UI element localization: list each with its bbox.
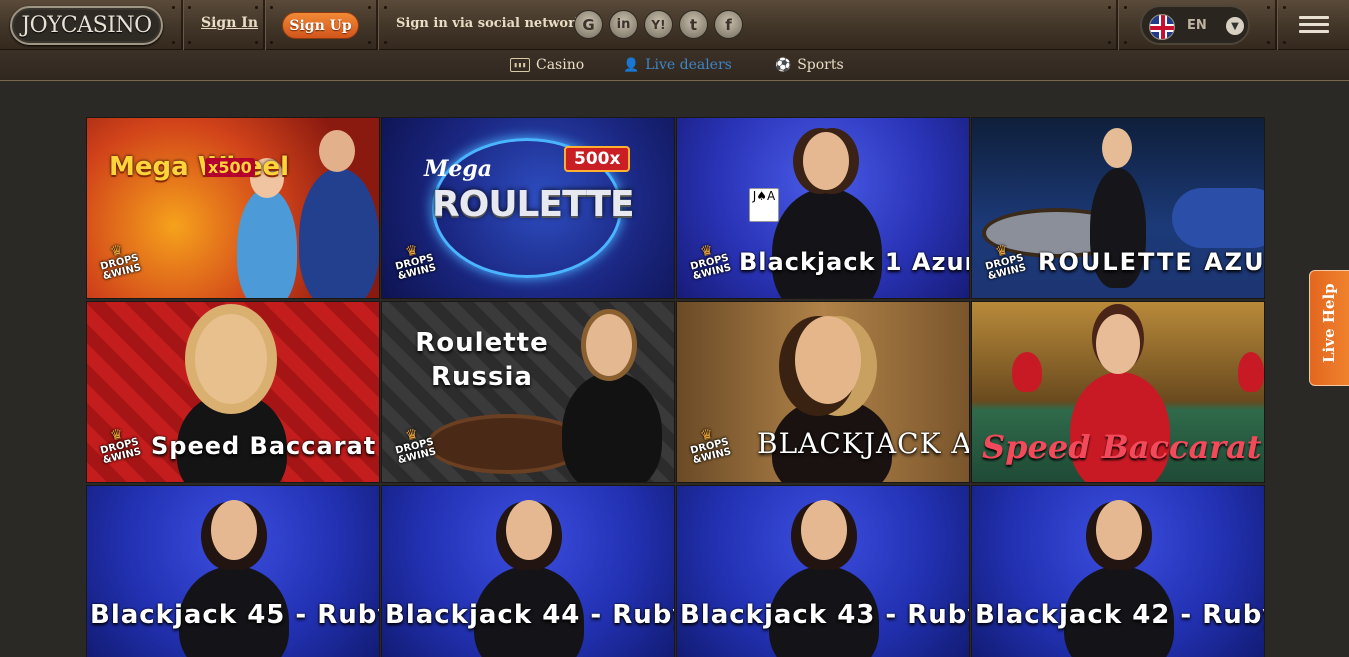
drops-wins-badge: ♛ DROPS &WINS xyxy=(99,242,143,283)
game-title: Blackjack 42 - Ruby xyxy=(975,600,1265,630)
hamburger-menu-icon[interactable] xyxy=(1299,16,1329,34)
dealer-icon: 👤 xyxy=(623,57,640,73)
top-bar: JOYCASINO Sign In Sign Up Sign in via so… xyxy=(0,0,1349,50)
game-title: Blackjack 44 - Ruby xyxy=(385,600,675,630)
nav-sports-label: Sports xyxy=(797,57,844,73)
game-title: Speed Baccarat A xyxy=(151,432,380,460)
tumblr-icon[interactable]: t xyxy=(679,10,708,39)
language-code: EN xyxy=(1187,18,1207,33)
live-help-label: Live Help xyxy=(1320,283,1338,363)
game-tile-blackjack-1-azure[interactable]: J♠A Blackjack 1 Azure ♛ DROPS &WINS xyxy=(676,117,970,299)
social-login-label: Sign in via social networks: xyxy=(396,16,597,31)
game-tile-mega-wheel[interactable]: Mega Wheel x500 ♛ DROPS &WINS xyxy=(86,117,380,299)
game-title: Blackjack 45 - Ruby xyxy=(90,600,380,630)
drops-wins-badge: ♛ DROPS &WINS xyxy=(394,242,438,283)
drops-wins-badge: ♛ DROPS &WINS xyxy=(689,242,733,283)
game-tile-mega-roulette[interactable]: Mega ROULETTE 500x ♛ DROPS &WINS xyxy=(381,117,675,299)
game-tile-blackjack-43-ruby[interactable]: Blackjack 43 - Ruby xyxy=(676,485,970,657)
game-title: BLACKJACK A xyxy=(757,427,970,460)
game-title: Roulette Russia xyxy=(415,328,549,392)
yahoo-icon[interactable]: Y! xyxy=(644,10,673,39)
game-title: ROULETTE xyxy=(432,184,635,225)
uk-flag-icon xyxy=(1149,14,1175,40)
divider xyxy=(263,0,265,50)
game-title: Mega Wheel xyxy=(109,152,290,182)
game-tile-speed-baccarat-i[interactable]: Speed Baccarat I xyxy=(971,301,1265,483)
game-tile-blackjack-a[interactable]: BLACKJACK A ♛ DROPS &WINS xyxy=(676,301,970,483)
linkedin-icon[interactable]: in xyxy=(609,10,638,39)
drops-wins-badge: ♛ DROPS &WINS xyxy=(99,426,143,467)
game-title: Speed Baccarat I xyxy=(982,428,1265,466)
game-tile-blackjack-45-ruby[interactable]: Blackjack 45 - Ruby xyxy=(86,485,380,657)
drops-wins-badge: ♛ DROPS &WINS xyxy=(984,242,1028,283)
divider xyxy=(181,0,183,50)
site-logo[interactable]: JOYCASINO xyxy=(10,6,163,45)
game-tile-speed-baccarat-a[interactable]: Speed Baccarat A ♛ DROPS &WINS xyxy=(86,301,380,483)
facebook-icon[interactable]: f xyxy=(714,10,743,39)
soccer-ball-icon: ⚽ xyxy=(775,57,792,73)
game-subtitle: Mega xyxy=(424,156,492,182)
google-icon[interactable]: G xyxy=(574,10,603,39)
sign-up-button[interactable]: Sign Up xyxy=(282,12,359,39)
game-tile-roulette-russia[interactable]: Roulette Russia ♛ DROPS &WINS xyxy=(381,301,675,483)
multiplier-tag: 500x xyxy=(564,146,631,172)
divider xyxy=(1116,0,1118,50)
live-help-button[interactable]: Live Help xyxy=(1309,270,1349,386)
nav-live-dealers[interactable]: 👤 Live dealers xyxy=(623,56,732,74)
game-tile-roulette-azure[interactable]: ROULETTE AZURE ♛DROPS&WINS xyxy=(971,117,1265,299)
game-title: Blackjack 43 - Ruby xyxy=(680,600,970,630)
divider xyxy=(376,0,378,50)
game-tile-blackjack-42-ruby[interactable]: Blackjack 42 - Ruby xyxy=(971,485,1265,657)
drops-wins-badge: ♛ DROPS &WINS xyxy=(689,426,733,467)
nav-casino[interactable]: ▮▮▮ Casino xyxy=(510,56,584,74)
nav-live-dealers-label: Live dealers xyxy=(645,57,732,73)
nav-casino-label: Casino xyxy=(536,57,585,73)
divider xyxy=(1275,0,1277,50)
nav-sports[interactable]: ⚽ Sports xyxy=(775,56,844,74)
chevron-down-icon[interactable]: ▼ xyxy=(1226,17,1244,35)
drops-wins-badge: ♛ DROPS &WINS xyxy=(394,426,438,467)
sign-in-link[interactable]: Sign In xyxy=(201,15,258,31)
game-tile-blackjack-44-ruby[interactable]: Blackjack 44 - Ruby xyxy=(381,485,675,657)
game-title: Blackjack 1 Azure xyxy=(739,248,970,276)
slot-machine-icon: ▮▮▮ xyxy=(510,58,530,72)
section-nav: ▮▮▮ Casino 👤 Live dealers ⚽ Sports xyxy=(0,50,1349,81)
game-multiplier: x500 xyxy=(205,158,255,177)
game-title: ROULETTE AZURE xyxy=(1038,248,1265,276)
